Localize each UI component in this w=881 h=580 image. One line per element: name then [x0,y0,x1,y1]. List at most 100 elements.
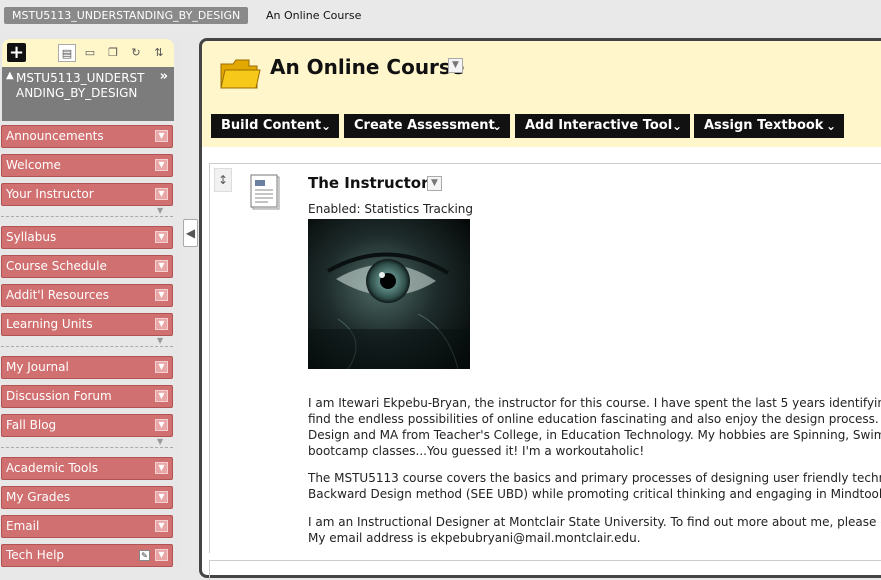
text-line: I am an Instructional Designer at Montcl… [308,515,881,529]
action-label: Add Interactive Tool [525,118,673,133]
next-content-item [209,560,881,580]
chevron-down-icon[interactable]: ▼ [155,289,168,301]
document-icon [250,174,280,210]
sidebar-item-additl-resources[interactable]: Addit'l Resources ▼ [1,284,173,307]
page-title: An Online Course [270,55,465,79]
enabled-status: Enabled: Statistics Tracking [308,202,473,216]
sidebar-item-welcome[interactable]: Welcome ▼ [1,154,173,177]
chevron-down-icon[interactable]: ▼ [155,491,168,503]
action-label: Assign Textbook [704,118,824,133]
chevron-down-icon[interactable]: ▼ [155,318,168,330]
add-interactive-tool-button[interactable]: Add Interactive Tool ⌄ [515,114,690,138]
chevron-down-icon: ⌄ [825,119,836,133]
collapse-sidebar-handle[interactable]: ◀ [183,219,198,247]
chevron-down-icon[interactable]: ▼ [155,130,168,142]
sidebar-item-label: My Journal [6,360,69,374]
sidebar-item-announcements[interactable]: Announcements ▼ [1,125,173,148]
chevron-down-icon: ⌄ [320,119,331,133]
chevron-down-icon: ⌄ [491,119,502,133]
expand-menu-icon[interactable]: » [160,69,168,84]
enabled-label: Enabled: [308,202,361,216]
chevron-down-icon[interactable]: ▼ [155,462,168,474]
breadcrumb-page: An Online Course [266,9,362,22]
bio-paragraph: I am Itewari Ekpebu-Bryan, the instructo… [308,395,881,459]
add-menu-item-icon[interactable]: + [7,43,26,62]
sidebar-item-label: Discussion Forum [6,389,112,403]
item-title[interactable]: The Instructor [308,174,429,192]
text-line: My email address is ekpebubryani@mail.mo… [308,531,641,545]
list-view-icon[interactable]: ▤ [58,44,76,62]
assign-textbook-button[interactable]: Assign Textbook ⌄ [694,114,844,138]
sidebar-item-label: Email [6,519,40,533]
eye-image [308,219,470,369]
course-paragraph: The MSTU5113 course covers the basics an… [308,470,881,502]
menu-divider: ▼ [1,336,173,347]
chevron-down-icon[interactable]: ▼ [427,176,442,191]
sidebar-item-label: Announcements [6,129,104,143]
chevron-down-icon[interactable]: ▼ [155,260,168,272]
menu-toolbar: + ▤ ▭ ❐ ↻ ⇅ [2,39,174,67]
chevron-down-icon[interactable]: ▼ [155,549,168,561]
chevron-down-icon[interactable]: ▼ [155,361,168,373]
chevron-down-icon[interactable]: ▼ [155,159,168,171]
sidebar-item-label: Your Instructor [6,187,94,201]
chevron-down-icon[interactable]: ▼ [155,520,168,532]
content-header: An Online Course ▼ Build Content ⌄ Create… [202,41,881,147]
folder-view-icon[interactable]: ▭ [81,44,99,62]
action-label: Build Content [221,118,322,133]
sidebar-item-label: Addit'l Resources [6,288,110,302]
collapse-up-icon[interactable]: ▲ [6,70,14,81]
sidebar-item-syllabus[interactable]: Syllabus ▼ [1,226,173,249]
course-title-text: MSTU5113_UNDERSTANDING_BY_DESIGN [16,71,145,100]
sidebar-item-label: Welcome [6,158,61,172]
text-line: Design and MA from Teacher's College, in… [308,428,881,442]
enabled-value: Statistics Tracking [364,202,474,216]
content-frame: An Online Course ▼ Build Content ⌄ Create… [199,38,881,580]
text-line: The MSTU5113 course covers the basics an… [308,471,881,485]
sidebar-item-course-schedule[interactable]: Course Schedule ▼ [1,255,173,278]
course-menu: + ▤ ▭ ❐ ↻ ⇅ ▲ MSTU5113_UNDERSTANDING_BY_… [0,36,181,570]
sidebar-item-academic-tools[interactable]: Academic Tools ▼ [1,457,173,480]
sidebar-item-fall-blog[interactable]: Fall Blog ▼ [1,414,173,437]
sidebar-item-label: Academic Tools [6,461,98,475]
window-icon[interactable]: ❐ [104,44,122,62]
chevron-down-icon[interactable]: ▼ [155,231,168,243]
sidebar-item-email[interactable]: Email ▼ [1,515,173,538]
edit-icon[interactable]: ✎ [139,550,150,561]
refresh-icon[interactable]: ↻ [127,44,145,62]
course-title[interactable]: ▲ MSTU5113_UNDERSTANDING_BY_DESIGN » [2,67,174,121]
sidebar-item-discussion-forum[interactable]: Discussion Forum ▼ [1,385,173,408]
text-line: I am Itewari Ekpebu-Bryan, the instructo… [308,396,881,410]
create-assessment-button[interactable]: Create Assessment ⌄ [344,114,510,138]
sidebar-item-label: Fall Blog [6,418,57,432]
sidebar-item-learning-units[interactable]: Learning Units ▼ [1,313,173,336]
sidebar-item-tech-help[interactable]: Tech Help ✎ ▼ [1,544,173,567]
menu-divider: ▼ [1,437,173,448]
action-label: Create Assessment [354,118,495,133]
chevron-down-icon[interactable]: ▼ [155,188,168,200]
build-content-button[interactable]: Build Content ⌄ [211,114,339,138]
chevron-down-icon[interactable]: ▼ [155,419,168,431]
sidebar-item-label: My Grades [6,490,71,504]
text-line: bootcamp classes...You guessed it! I'm a… [308,444,645,458]
text-line: find the endless possibilities of online… [308,412,881,426]
sidebar-item-my-journal[interactable]: My Journal ▼ [1,356,173,379]
sidebar-item-label: Learning Units [6,317,93,331]
breadcrumb-course[interactable]: MSTU5113_UNDERSTANDING_BY_DESIGN [4,7,249,24]
sidebar-item-my-grades[interactable]: My Grades ▼ [1,486,173,509]
menu-divider: ▼ [1,206,173,217]
sidebar-item-your-instructor[interactable]: Your Instructor ▼ [1,183,173,206]
chevron-down-icon: ⌄ [671,119,682,133]
sidebar-item-label: Tech Help [6,548,65,562]
sidebar-item-label: Course Schedule [6,259,107,273]
top-breadcrumb-bar: MSTU5113_UNDERSTANDING_BY_DESIGN An Onli… [0,0,881,30]
chevron-down-icon[interactable]: ▼ [155,390,168,402]
chevron-down-icon[interactable]: ▼ [448,58,463,73]
folder-icon [220,59,261,89]
sidebar-item-label: Syllabus [6,230,57,244]
contact-paragraph: I am an Instructional Designer at Montcl… [308,514,881,546]
drag-handle-icon[interactable]: ↕ [214,168,232,192]
reorder-icon[interactable]: ⇅ [150,44,168,62]
text-line: Backward Design method (SEE UBD) while p… [308,487,881,501]
content-item: ↕ The Instructor ▼ Enabled: Statistics T… [209,163,881,553]
